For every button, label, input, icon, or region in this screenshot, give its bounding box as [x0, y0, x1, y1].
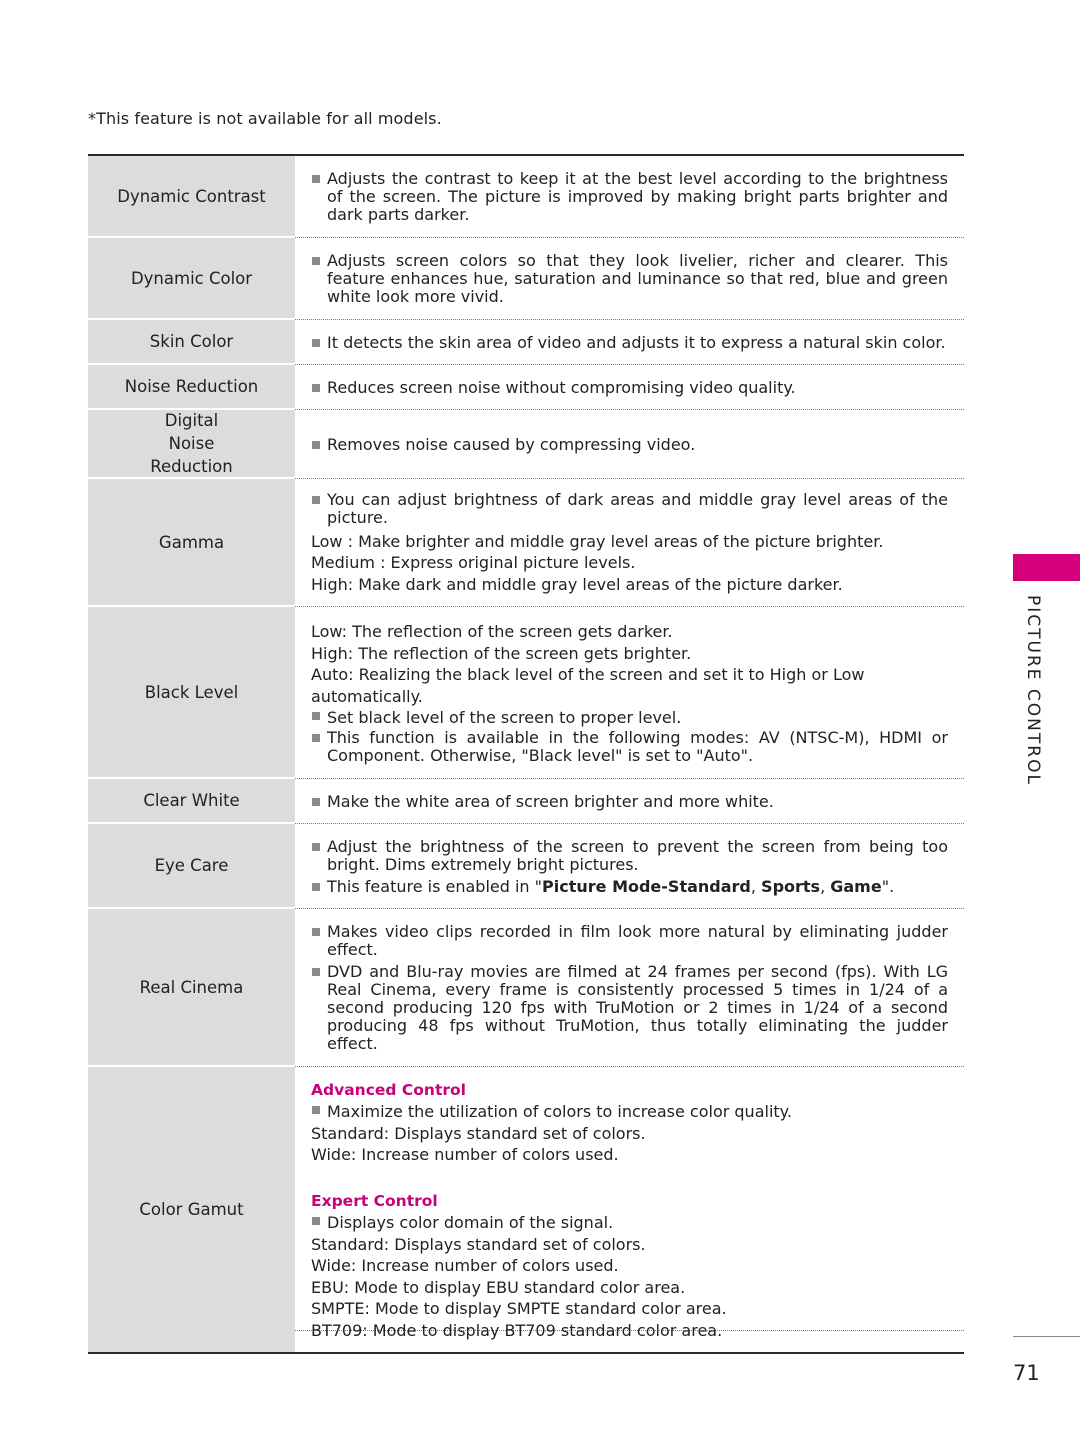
row-label: Color Gamut — [88, 1067, 295, 1352]
expert-control-section: Expert Control Displays color domain of … — [311, 1192, 948, 1352]
bullet-text: DVD and Blu-ray movies are filmed at 24 … — [311, 963, 948, 1053]
table-row-dynamic-contrast: Dynamic Contrast Adjusts the contrast to… — [88, 156, 964, 238]
row-description: Low: The reflection of the screen gets d… — [311, 607, 948, 779]
option-text: Wide: Increase number of colors used. — [311, 1256, 619, 1275]
bullet-text: This function is available in the follow… — [311, 728, 948, 765]
section-heading: Expert Control — [311, 1192, 438, 1210]
bullet-text: Removes noise caused by compressing vide… — [311, 435, 948, 454]
separator: , — [750, 876, 762, 896]
page-number: 71 — [1013, 1361, 1040, 1385]
bold-mode-name: Sports — [761, 876, 821, 896]
row-description: It detects the skin area of video and ad… — [311, 320, 948, 365]
page-number-rule — [1013, 1336, 1080, 1337]
option-text: SMPTE: Mode to display SMPTE standard co… — [311, 1299, 727, 1318]
row-description: Adjust the brightness of the screen to p… — [311, 824, 948, 909]
bullet-text: Adjust the brightness of the screen to p… — [311, 837, 948, 874]
row-label: Digital Noise Reduction — [88, 410, 295, 477]
bullet-text: Maximize the utilization of colors to in… — [311, 1101, 948, 1123]
bold-mode-name: Picture Mode-Standard — [542, 876, 751, 896]
option-text: Auto: Realizing the black level of the s… — [311, 665, 865, 706]
bullet-text: Adjusts screen colors so that they look … — [311, 252, 948, 306]
row-description: Make the white area of screen brighter a… — [311, 779, 948, 824]
bullet-text-rich: This feature is enabled in "Picture Mode… — [311, 876, 948, 896]
row-label: Real Cinema — [88, 909, 295, 1065]
row-description: You can adjust brightness of dark areas … — [311, 479, 948, 607]
row-description: Removes noise caused by compressing vide… — [311, 410, 948, 479]
picture-settings-table: Dynamic Contrast Adjusts the contrast to… — [88, 154, 964, 1354]
table-row-skin-color: Skin Color It detects the skin area of v… — [88, 320, 964, 365]
bullet-text: Displays color domain of the signal. — [311, 1212, 948, 1234]
bullet-text: Make the white area of screen brighter a… — [311, 792, 948, 811]
separator: , — [820, 876, 831, 896]
bullet-text: You can adjust brightness of dark areas … — [311, 490, 948, 527]
row-label: Dynamic Contrast — [88, 156, 295, 236]
section-side-label: PICTURE CONTROL — [1023, 595, 1043, 786]
row-label: Noise Reduction — [88, 365, 295, 408]
option-text: Standard: Displays standard set of color… — [311, 1123, 646, 1143]
bullet-text: It detects the skin area of video and ad… — [311, 333, 948, 352]
text-prefix: This feature is enabled in " — [327, 876, 543, 896]
table-row-dynamic-color: Dynamic Color Adjusts screen colors so t… — [88, 238, 964, 320]
option-text: Low : Make brighter and middle gray leve… — [311, 531, 884, 551]
row-description: Adjusts screen colors so that they look … — [311, 238, 948, 320]
table-row-digital-noise-reduction: Digital Noise Reduction Removes noise ca… — [88, 410, 964, 479]
bullet-text: Makes video clips recorded in film look … — [311, 923, 948, 959]
bullet-text: Reduces screen noise without compromisin… — [311, 378, 948, 397]
row-label: Gamma — [88, 479, 295, 605]
row-description: Makes video clips recorded in film look … — [311, 909, 948, 1067]
table-row-clear-white: Clear White Make the white area of scree… — [88, 779, 964, 824]
row-label: Black Level — [88, 607, 295, 777]
row-label: Dynamic Color — [88, 238, 295, 318]
option-text: BT709: Mode to display BT709 standard co… — [311, 1320, 723, 1340]
option-text: Low: The reflection of the screen gets d… — [311, 622, 673, 642]
option-text: High: The reflection of the screen gets … — [311, 643, 692, 663]
row-label: Skin Color — [88, 320, 295, 363]
table-row-gamma: Gamma You can adjust brightness of dark … — [88, 479, 964, 607]
text-suffix: ". — [881, 876, 895, 896]
row-label: Clear White — [88, 779, 295, 822]
option-text: High: Make dark and middle gray level ar… — [311, 574, 843, 594]
section-heading: Advanced Control — [311, 1081, 466, 1099]
table-bottom-rule — [88, 1352, 964, 1354]
availability-note: *This feature is not available for all m… — [88, 109, 442, 128]
option-text: Wide: Increase number of colors used. — [311, 1145, 619, 1164]
row-description: Reduces screen noise without compromisin… — [311, 365, 948, 410]
bullet-text: Set black level of the screen to proper … — [311, 707, 948, 729]
row-label: Eye Care — [88, 824, 295, 907]
section-tab-marker — [1013, 554, 1080, 581]
option-text: Medium : Express original picture levels… — [311, 553, 636, 573]
option-text: EBU: Mode to display EBU standard color … — [311, 1277, 686, 1297]
table-row-black-level: Black Level Low: The reflection of the s… — [88, 607, 964, 779]
table-row-color-gamut: Color Gamut Advanced Control Maximize th… — [88, 1067, 964, 1352]
table-row-noise-reduction: Noise Reduction Reduces screen noise wit… — [88, 365, 964, 410]
advanced-control-section: Advanced Control Maximize the utilizatio… — [311, 1081, 948, 1181]
option-text: Standard: Displays standard set of color… — [311, 1234, 646, 1254]
row-description: Adjusts the contrast to keep it at the b… — [311, 156, 948, 238]
bold-mode-name: Game — [830, 876, 882, 896]
bullet-text: Adjusts the contrast to keep it at the b… — [311, 170, 948, 224]
table-row-eye-care: Eye Care Adjust the brightness of the sc… — [88, 824, 964, 909]
table-row-real-cinema: Real Cinema Makes video clips recorded i… — [88, 909, 964, 1067]
